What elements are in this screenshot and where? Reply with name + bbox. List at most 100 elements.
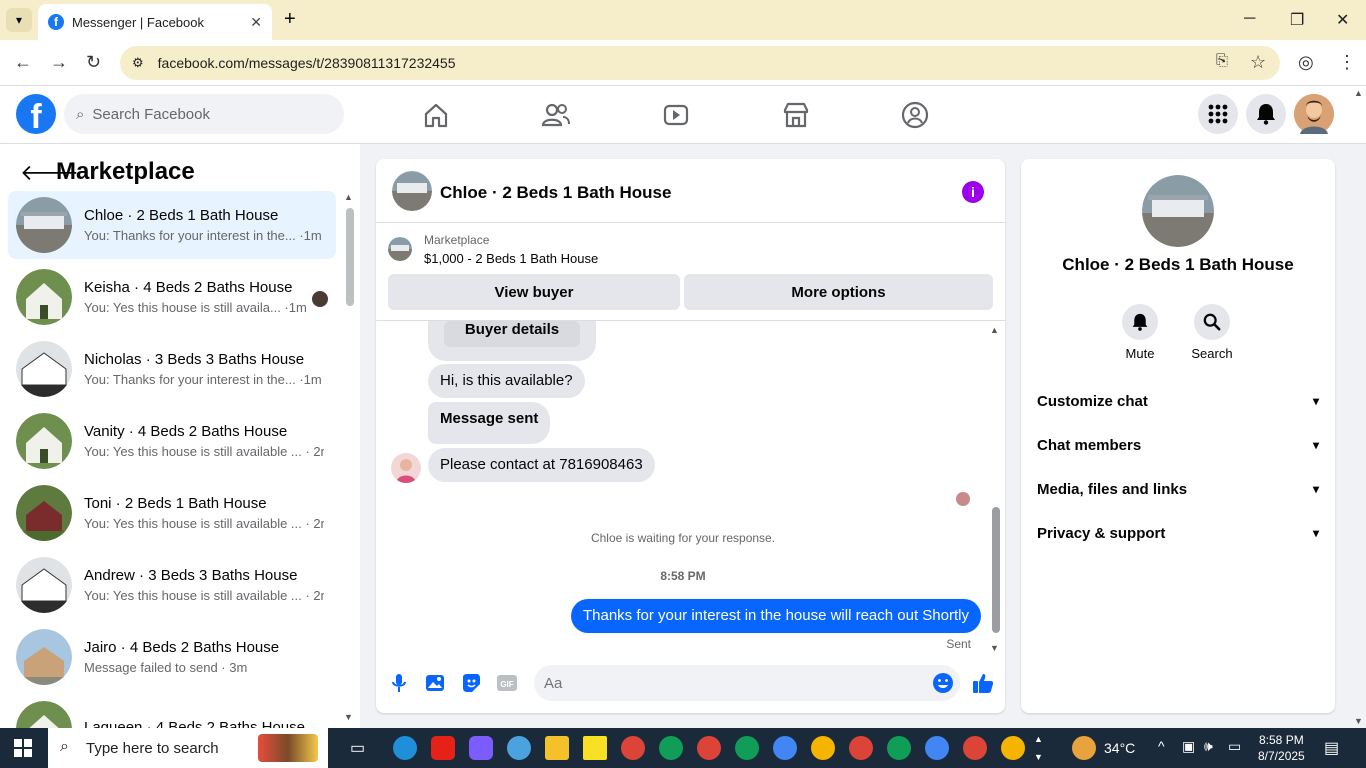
page-scrollbar[interactable]: ▲ ▼ [1352,86,1366,728]
tab-list-icon[interactable]: ▾ [6,8,32,32]
back-icon[interactable]: ← [14,52,32,73]
weather-icon[interactable] [1072,736,1096,760]
conversation-details-panel: Chloe · 2 Beds 1 Bath House Mute Search … [1021,159,1335,713]
reload-icon[interactable]: ↻ [86,52,101,73]
conversation-item[interactable]: Toni · 2 Beds 1 Bath House You: Yes this… [8,479,336,547]
conversation-name: Keisha · 4 Beds 2 Baths House [84,279,293,296]
customize-chat-section[interactable]: Customize chat ▾ [1037,383,1319,419]
conversation-item[interactable]: Nicholas · 3 Beds 3 Baths House You: Tha… [8,335,336,403]
conversation-name: Toni · 2 Beds 1 Bath House [84,495,267,512]
sticky-notes-icon[interactable] [583,736,607,760]
chevron-down-icon: ▾ [1312,394,1319,408]
task-view-icon[interactable]: ▭ [350,738,365,758]
notification-center-icon[interactable]: ▤ [1324,738,1339,758]
conversation-info-icon[interactable]: i [962,181,984,203]
taskbar-search-icon: ⌕ [60,738,69,755]
home-icon[interactable] [421,100,451,130]
browser-menu-icon[interactable]: ⋮ [1338,52,1356,73]
conversation-item[interactable]: Vanity · 4 Beds 2 Baths House You: Yes t… [8,407,336,475]
waiting-note: Chloe is waiting for your response. [590,531,776,545]
chrome-icon[interactable] [773,736,797,760]
chat-members-section[interactable]: Chat members ▾ [1037,427,1319,463]
restore-icon[interactable]: ❐ [1290,10,1304,30]
close-window-icon[interactable]: ✕ [1336,10,1349,30]
sender-avatar[interactable] [391,453,421,483]
message-scrollbar[interactable]: ▲ ▼ [990,325,1002,653]
taskbar-clock[interactable]: 8:58 PM 8/7/2025 [1258,732,1305,764]
app-icon[interactable] [507,736,531,760]
conversation-list-scrollbar[interactable]: ▲ ▼ [344,192,354,722]
privacy-support-section[interactable]: Privacy & support ▾ [1037,515,1319,551]
notifications-bell-icon[interactable] [1246,94,1286,134]
install-app-icon[interactable]: ⎘ [1216,52,1228,69]
more-options-button[interactable]: More options [684,274,993,310]
listing-price-title[interactable]: $1,000 - 2 Beds 1 Bath House [424,251,598,266]
browser-tab[interactable]: f Messenger | Facebook ✕ [38,4,272,40]
chrome-icon[interactable] [735,736,759,760]
chrome-icon[interactable] [925,736,949,760]
youtube-icon[interactable] [431,736,455,760]
chrome-icon[interactable] [811,736,835,760]
groups-icon[interactable] [900,100,930,130]
chrome-icon[interactable] [1001,736,1025,760]
thumbs-up-icon[interactable] [972,672,994,694]
bookmark-star-icon[interactable]: ☆ [1250,52,1266,73]
taskbar-search-placeholder: Type here to search [86,739,219,757]
marketplace-conversation-list: 🡐 Marketplace Chloe · 2 Beds 1 Bath Hous… [0,144,360,728]
address-bar[interactable]: ⚙ facebook.com/messages/t/28390811317232… [120,46,1280,80]
video-icon[interactable] [661,100,691,130]
section-label: Chat members [1037,436,1142,454]
network-icon[interactable]: ▭ [1228,738,1241,755]
house-thumbnail [16,629,72,685]
facebook-search[interactable]: ⌕ Search Facebook [64,94,344,134]
show-hidden-icons-icon[interactable]: ^ [1158,738,1165,754]
chrome-icon[interactable] [621,736,645,760]
profile-icon[interactable]: ◎ [1298,52,1314,73]
media-files-links-section[interactable]: Media, files and links ▾ [1037,471,1319,507]
weather-temperature[interactable]: 34°C [1104,740,1135,756]
taskbar-scroll-icon[interactable]: ▲ ▼ [1034,730,1043,766]
chrome-icon[interactable] [849,736,873,760]
minimize-icon[interactable]: ─ [1244,10,1255,28]
chat-avatar[interactable] [392,171,432,211]
account-avatar[interactable] [1294,94,1334,134]
forward-icon[interactable]: → [50,52,68,73]
conversation-item[interactable]: Jairo · 4 Beds 2 Baths House Message fai… [8,623,336,691]
message-timestamp: 8:58 PM [660,569,706,583]
volume-icon[interactable]: 🕪 [1204,738,1213,755]
chrome-icon[interactable] [887,736,911,760]
emoji-icon[interactable] [932,672,954,694]
site-info-icon[interactable]: ⚙ [132,55,144,71]
file-explorer-icon[interactable] [545,736,569,760]
windows-start-icon[interactable] [14,739,32,757]
listing-thumbnail [388,237,412,261]
conversation-item[interactable]: Laqueen · 4 Beds 2 Baths House [8,695,336,728]
device-icon[interactable]: ▣ [1182,738,1195,755]
menu-grid-icon[interactable] [1198,94,1238,134]
chrome-icon[interactable] [697,736,721,760]
incoming-message: Message sent [428,402,551,444]
chrome-icon[interactable] [963,736,987,760]
sticker-icon[interactable] [460,672,482,694]
copilot-icon[interactable] [469,736,493,760]
view-buyer-button[interactable]: View buyer [388,274,680,310]
marketplace-icon[interactable] [781,100,811,130]
photo-icon[interactable] [424,672,446,694]
conversation-item[interactable]: Keisha · 4 Beds 2 Baths House You: Yes t… [8,263,336,331]
chat-title[interactable]: Chloe · 2 Beds 1 Bath House [440,183,671,203]
conversation-item[interactable]: Andrew · 3 Beds 3 Baths House You: Yes t… [8,551,336,619]
conversation-item[interactable]: Chloe · 2 Beds 1 Bath House You: Thanks … [8,191,336,259]
microphone-icon[interactable] [388,672,410,694]
close-tab-icon[interactable]: ✕ [250,14,262,31]
chrome-icon[interactable] [659,736,683,760]
facebook-logo[interactable]: f [16,94,56,136]
buyer-details-button[interactable]: Buyer details [444,321,580,347]
friends-icon[interactable] [541,100,571,130]
mute-button[interactable]: Mute [1110,304,1170,361]
message-input[interactable] [534,665,960,701]
new-tab-icon[interactable]: + [284,8,296,31]
gif-icon[interactable]: GIF [496,672,518,694]
edge-icon[interactable] [393,736,417,760]
taskbar-search[interactable]: ⌕ Type here to search [48,728,328,768]
search-in-conversation-button[interactable]: Search [1182,304,1242,361]
